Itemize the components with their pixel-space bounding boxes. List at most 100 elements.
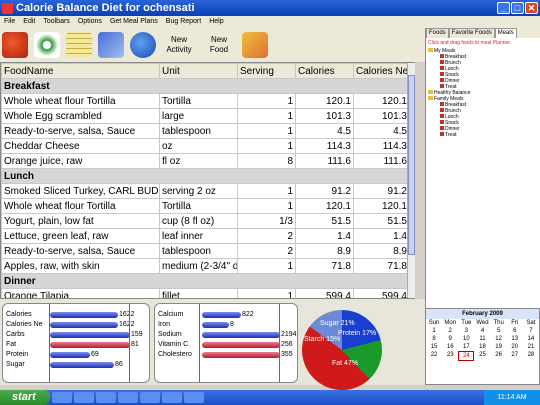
serving-cell[interactable]: 1/3 [237,213,296,229]
unit-cell: oz [159,138,238,154]
serving-cell[interactable]: 2 [237,228,296,244]
maximize-button[interactable]: □ [511,2,524,14]
table-row[interactable]: Orange Tilapia fillet 1 599.4 599.4 [1,288,410,298]
calendar-tool-icon[interactable] [66,32,92,58]
column-header[interactable]: Calories [295,63,354,79]
table-row[interactable]: Ready-to-serve, salsa, Sauce tablespoon 2 8… [1,243,410,259]
calendar-day[interactable]: 2 [442,327,458,335]
serving-cell[interactable]: 1 [237,93,296,109]
calendar-day[interactable]: 3 [458,327,474,335]
calendar-day[interactable]: 18 [474,343,490,351]
meal-section-row[interactable]: Lunch [1,168,410,184]
menu-item[interactable]: Toolbars [39,16,73,28]
serving-cell[interactable]: 1 [237,288,296,298]
food-image-icon[interactable] [242,32,268,58]
taskbar-button[interactable] [184,392,204,403]
column-header[interactable]: Unit [159,63,238,79]
calendar-day[interactable]: 25 [474,351,490,361]
tree-item[interactable]: Treat [428,132,540,138]
calendar-day[interactable]: 21 [523,343,539,351]
calendar-day[interactable]: 16 [442,343,458,351]
column-header[interactable]: Calories Ne [353,63,410,79]
taskbar-button[interactable] [74,392,94,403]
column-header[interactable]: FoodName [1,63,160,79]
calendar-day[interactable]: 15 [426,343,442,351]
meal-section-row[interactable]: Dinner [1,273,410,289]
calendar-day[interactable]: 11 [474,335,490,343]
folder-icon [428,48,433,52]
pane-tab[interactable]: Favorite Foods [448,28,495,38]
menu-item[interactable]: File [0,16,19,28]
table-row[interactable]: Orange juice, raw fl oz 8 111.6 111.6 [1,153,410,169]
calendar-day[interactable]: 19 [491,343,507,351]
menu-item[interactable]: Get Meal Plans [106,16,162,28]
new-activity-button[interactable]: New Activity [162,35,196,55]
table-row[interactable]: Whole wheat flour Tortilla Tortilla 1 120.1… [1,198,410,214]
taskbar-button[interactable] [140,392,160,403]
serving-cell[interactable]: 1 [237,123,296,139]
calendar-day[interactable]: 14 [523,335,539,343]
taskbar-button[interactable] [118,392,138,403]
calendar-day[interactable]: 8 [426,335,442,343]
scroll-thumb[interactable] [408,75,415,255]
nutrient-bar [50,321,118,328]
calendar-day[interactable]: 10 [458,335,474,343]
menu-item[interactable]: Options [74,16,106,28]
minimize-button[interactable]: _ [497,2,510,14]
table-row[interactable]: Ready-to-serve, salsa, Sauce tablespoon 1 4… [1,123,410,139]
serving-cell[interactable]: 1 [237,258,296,274]
calendar-day[interactable]: 23 [442,351,458,361]
table-row[interactable]: Apples, raw, with skin medium (2-3/4" d17… [1,258,410,274]
serving-cell[interactable]: 2 [237,243,296,259]
nutrient-row: Fat 81 [6,340,146,349]
table-row[interactable]: Lettuce, green leaf, raw leaf inner 2 1.4 1.… [1,228,410,244]
serving-cell[interactable]: 1 [237,138,296,154]
apple-icon[interactable] [2,32,28,58]
close-button[interactable]: ✕ [525,2,538,14]
food-grid[interactable]: FoodName Unit Serving Calories Calories Ne B… [0,62,415,299]
calendar-day[interactable]: 1 [426,327,442,335]
table-row[interactable]: Yogurt, plain, low fat cup (8 fl oz) 1/3 51… [1,213,410,229]
nutrient-row: Carbs 159 [6,330,146,339]
calendar-day[interactable]: 12 [491,335,507,343]
serving-cell[interactable]: 1 [237,198,296,214]
calendar-day[interactable]: 28 [523,351,539,361]
taskbar-button[interactable] [96,392,116,403]
calendar-day[interactable]: 13 [507,335,523,343]
taskbar-button[interactable] [52,392,72,403]
table-row[interactable]: Whole wheat flour Tortilla Tortilla 1 120.1… [1,93,410,109]
book-icon[interactable] [98,32,124,58]
calendar-day[interactable]: 20 [507,343,523,351]
calendar-day[interactable]: 9 [442,335,458,343]
table-row[interactable]: Cheddar Cheese oz 1 114.3 114.3 [1,138,410,154]
pane-tab[interactable]: Foods [426,28,449,38]
serving-cell[interactable]: 8 [237,153,296,169]
calendar-day[interactable]: 22 [426,351,442,361]
pane-tab[interactable]: Meals [494,28,517,38]
calendar-day[interactable]: 4 [474,327,490,335]
calendar-day[interactable]: 17 [458,343,474,351]
calendar-day[interactable]: 5 [491,327,507,335]
grid-scrollbar[interactable] [407,63,415,298]
table-row[interactable]: Smoked Sliced Turkey, CARL BUDD serving 2… [1,183,410,199]
table-row[interactable]: Whole Egg scrambled large 1 101.3 101.3 [1,108,410,124]
globe-icon[interactable] [130,32,156,58]
calendar-day[interactable]: 26 [491,351,507,361]
meal-icon [440,78,444,82]
calendar-day[interactable]: 24 [458,351,475,361]
menu-item[interactable]: Help [205,16,227,28]
calendar-day[interactable]: 6 [507,327,523,335]
start-button[interactable]: start [0,390,50,405]
serving-cell[interactable]: 1 [237,108,296,124]
calendar-day[interactable]: 7 [523,327,539,335]
meal-section-row[interactable]: Breakfast [1,78,410,94]
menu-item[interactable]: Bug Report [162,16,205,28]
calendar-day[interactable]: 27 [507,351,523,361]
menu-item[interactable]: Edit [19,16,39,28]
new-food-button[interactable]: New Food [202,35,236,55]
nutrient-label: Sodium [158,331,182,338]
serving-cell[interactable]: 1 [237,183,296,199]
taskbar-button[interactable] [162,392,182,403]
column-header[interactable]: Serving [237,63,296,79]
molecule-icon[interactable] [34,32,60,58]
